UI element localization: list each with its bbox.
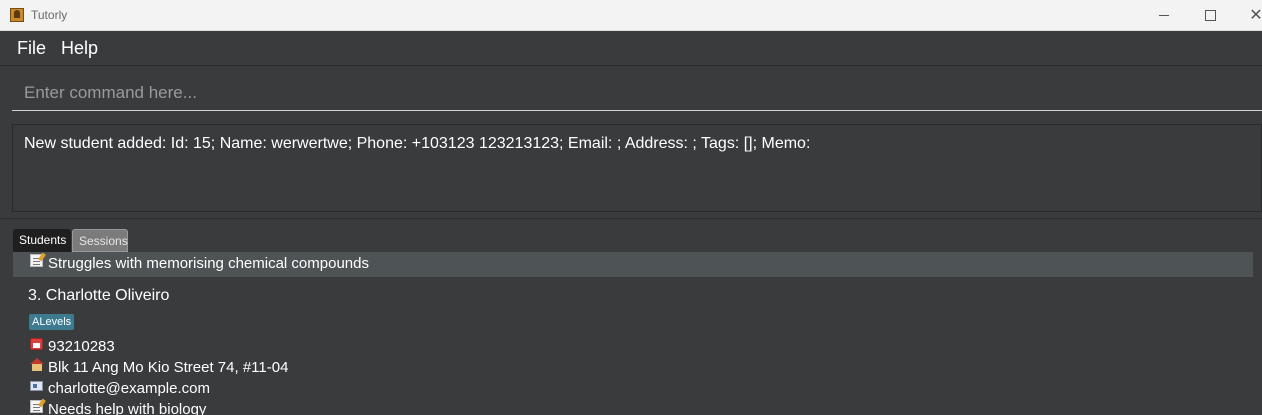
menu-file[interactable]: File	[17, 38, 46, 59]
student-name: 3. Charlotte Oliveiro	[28, 287, 170, 304]
minimize-icon	[1159, 15, 1169, 16]
app-icon	[10, 8, 24, 22]
house-icon	[30, 358, 44, 371]
student-tag: ALevels	[29, 314, 75, 330]
email-icon	[30, 381, 43, 391]
close-button[interactable]: ✕	[1233, 0, 1262, 31]
menu-bar: File Help	[0, 31, 1262, 66]
command-input[interactable]	[12, 76, 1262, 111]
minimize-button[interactable]	[1141, 0, 1187, 31]
memo-icon	[30, 254, 43, 267]
student-email: charlotte@example.com	[48, 380, 210, 397]
tab-students[interactable]: Students	[13, 229, 71, 252]
student-memo: Struggles with memorising chemical compo…	[48, 255, 369, 272]
student-list[interactable]: Struggles with memorising chemical compo…	[13, 252, 1253, 415]
result-display: New student added: Id: 15; Name: werwert…	[12, 124, 1262, 212]
window-title-bar: Tutorly ✕	[0, 0, 1262, 31]
phone-icon	[30, 338, 43, 350]
student-address: Blk 11 Ang Mo Kio Street 74, #11-04	[48, 359, 289, 376]
tab-sessions[interactable]: Sessions	[72, 229, 128, 252]
result-message: New student added: Id: 15; Name: werwert…	[24, 135, 811, 152]
window-title: Tutorly	[31, 8, 68, 22]
student-phone: 93210283	[48, 338, 115, 355]
maximize-icon	[1205, 10, 1216, 21]
memo-icon	[30, 400, 43, 413]
list-item[interactable]: Struggles with memorising chemical compo…	[13, 252, 1253, 277]
divider	[0, 218, 1262, 219]
command-box	[0, 66, 1262, 117]
student-memo: Needs help with biology	[48, 401, 207, 415]
menu-help[interactable]: Help	[61, 38, 98, 59]
close-icon: ✕	[1249, 7, 1262, 24]
maximize-button[interactable]	[1187, 0, 1233, 31]
